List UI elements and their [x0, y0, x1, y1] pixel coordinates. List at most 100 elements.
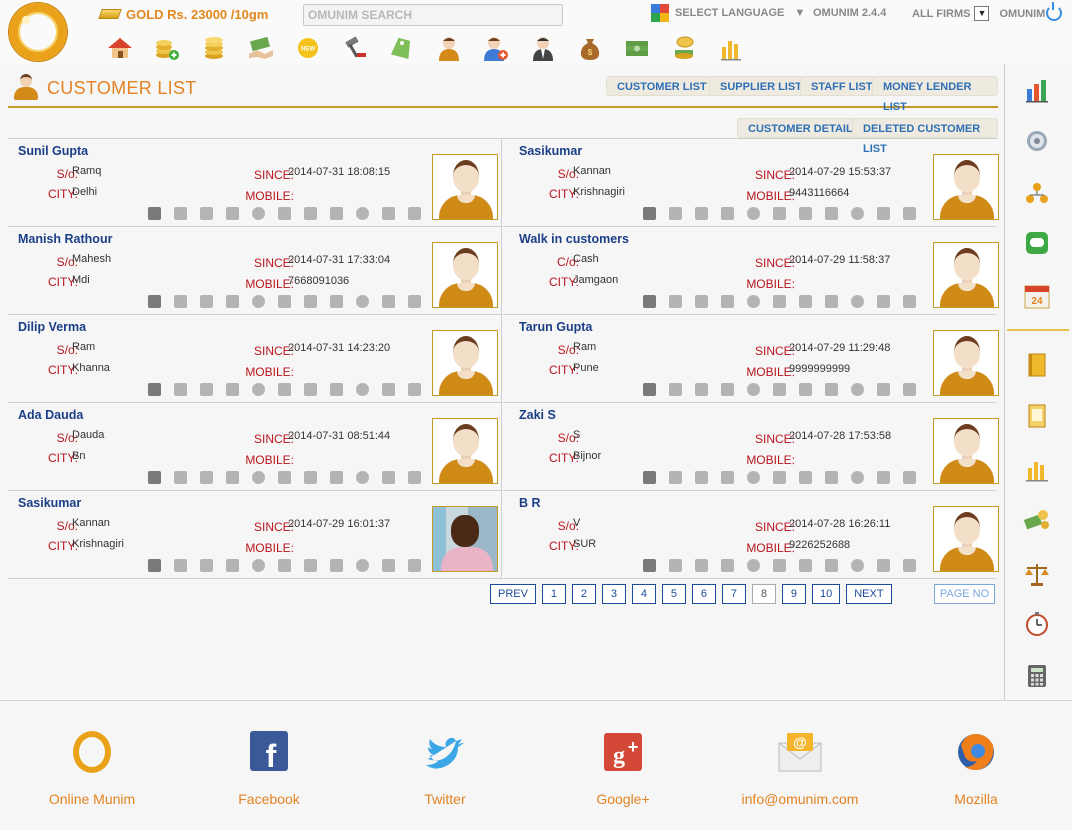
footer-link-email[interactable]: @ info@omunim.com: [730, 729, 870, 807]
bar-chart-icon[interactable]: [1017, 70, 1057, 110]
page-button-5[interactable]: 5: [661, 584, 686, 604]
info-icon[interactable]: [353, 469, 372, 486]
auction-hammer-icon[interactable]: [770, 205, 789, 222]
money-lender-icon[interactable]: [379, 381, 398, 398]
money-handshake-icon[interactable]: [237, 34, 284, 62]
home-icon[interactable]: [145, 469, 164, 486]
stopwatch-icon[interactable]: [1017, 604, 1057, 644]
deleted-customer-list-button[interactable]: DELETED CUSTOMER LIST: [852, 118, 998, 155]
customer-card[interactable]: Sunil Gupta S/o: Ramq CITY: Delhi SINCE: 2014-…: [8, 139, 501, 227]
language-selector[interactable]: SELECT LANGUAGE ▼: [651, 4, 805, 22]
footer-link-online-munim[interactable]: Online Munim: [22, 729, 162, 807]
cash-icon[interactable]: [718, 205, 737, 222]
customer-photo[interactable]: [432, 506, 498, 572]
customer-add-icon[interactable]: [666, 293, 685, 310]
money-bag-icon[interactable]: [900, 205, 919, 222]
info-icon[interactable]: [848, 557, 867, 574]
footer-link-mozilla[interactable]: Mozilla: [906, 729, 1046, 807]
customer-card[interactable]: Manish Rathour S/o: Mahesh CITY: Mdi SINCE: 20…: [8, 227, 501, 315]
gold-coins-icon[interactable]: [190, 34, 237, 62]
cash-icon[interactable]: [223, 381, 242, 398]
money-lender-icon[interactable]: [874, 205, 893, 222]
customer-add-icon[interactable]: [171, 293, 190, 310]
home-icon[interactable]: [640, 293, 659, 310]
default-avatar-icon[interactable]: [933, 330, 999, 396]
home-icon[interactable]: [145, 381, 164, 398]
money-bag-icon[interactable]: [900, 557, 919, 574]
customer-add-icon[interactable]: [171, 557, 190, 574]
staff-icon[interactable]: [519, 34, 566, 62]
customer-card[interactable]: Ada Dauda S/o: Dauda CITY: Bn SINCE: 2014-07-3…: [8, 403, 501, 491]
sms-icon[interactable]: [1017, 223, 1057, 263]
page-button-4[interactable]: 4: [631, 584, 656, 604]
cash-icon[interactable]: [223, 469, 242, 486]
gold-coins-icon[interactable]: [692, 557, 711, 574]
customer-name[interactable]: Tarun Gupta: [519, 320, 592, 334]
silver-coin-icon[interactable]: [249, 381, 268, 398]
page-no-button[interactable]: PAGE NO: [934, 584, 995, 604]
money-lender-icon[interactable]: [379, 205, 398, 222]
money-bag-icon[interactable]: $: [566, 34, 613, 62]
customer-card[interactable]: Sasikumar S/o: Kannan CITY: Krishnagiri SINCE…: [8, 491, 501, 579]
money-lender-icon[interactable]: [379, 293, 398, 310]
calendar-icon[interactable]: 24: [1017, 276, 1057, 316]
statistics-icon[interactable]: [1017, 449, 1057, 489]
tab-money-lender-list[interactable]: MONEY LENDER LIST: [872, 76, 998, 113]
money-lender-icon[interactable]: [874, 381, 893, 398]
sms-icon[interactable]: [301, 557, 320, 574]
gold-coins-icon[interactable]: [692, 381, 711, 398]
gold-loan-icon[interactable]: [822, 381, 841, 398]
gold-loan-icon[interactable]: [822, 557, 841, 574]
home-icon[interactable]: [145, 205, 164, 222]
gold-coins-icon[interactable]: [197, 205, 216, 222]
page-button-1[interactable]: 1: [541, 584, 566, 604]
firm-dropdown-icon[interactable]: ▼: [974, 6, 990, 21]
customer-name[interactable]: Sunil Gupta: [18, 144, 88, 158]
auction-hammer-icon[interactable]: [275, 381, 294, 398]
sms-icon[interactable]: [301, 381, 320, 398]
search-input[interactable]: [303, 4, 563, 26]
money-lender-icon[interactable]: [874, 557, 893, 574]
gold-coins-icon[interactable]: [197, 557, 216, 574]
tab-customer-list[interactable]: CUSTOMER LIST: [606, 76, 718, 96]
customer-icon[interactable]: [425, 34, 472, 62]
tab-supplier-list[interactable]: SUPPLIER LIST: [709, 76, 813, 96]
money-lender-icon[interactable]: [379, 557, 398, 574]
auction-hammer-icon[interactable]: [770, 557, 789, 574]
add-gold-loan-icon[interactable]: [143, 34, 190, 62]
page-button-10[interactable]: 10: [811, 584, 841, 604]
customer-name[interactable]: Walk in customers: [519, 232, 629, 246]
customer-add-icon[interactable]: [171, 381, 190, 398]
customer-add-icon[interactable]: [666, 205, 685, 222]
home-icon[interactable]: [640, 469, 659, 486]
page-button-9[interactable]: 9: [781, 584, 806, 604]
money-lender-icon[interactable]: [379, 469, 398, 486]
customer-add-icon[interactable]: [666, 381, 685, 398]
cash-icon[interactable]: [718, 293, 737, 310]
silver-coin-icon[interactable]: [744, 205, 763, 222]
price-tag-icon[interactable]: [378, 34, 425, 62]
customer-add-icon[interactable]: [171, 205, 190, 222]
default-avatar-icon[interactable]: [432, 330, 498, 396]
cash-icon[interactable]: [718, 469, 737, 486]
sms-icon[interactable]: [301, 205, 320, 222]
gold-coins-icon[interactable]: [692, 293, 711, 310]
info-icon[interactable]: [848, 293, 867, 310]
page-button-2[interactable]: 2: [571, 584, 596, 604]
customer-name[interactable]: Sasikumar: [18, 496, 81, 510]
customer-card[interactable]: Zaki S S/o: S CITY: Bijnor SINCE: 2014-07-28 1…: [503, 403, 999, 491]
home-icon[interactable]: [145, 557, 164, 574]
customer-name[interactable]: Zaki S: [519, 408, 556, 422]
new-badge-icon[interactable]: NEW: [284, 34, 331, 62]
gold-loan-icon[interactable]: [327, 381, 346, 398]
next-page-button[interactable]: NEXT: [846, 584, 892, 604]
silver-coin-icon[interactable]: [744, 469, 763, 486]
default-avatar-icon[interactable]: [432, 154, 498, 220]
money-bag-icon[interactable]: [405, 205, 424, 222]
customer-name[interactable]: Dilip Verma: [18, 320, 86, 334]
customer-add-icon[interactable]: [171, 469, 190, 486]
home-icon[interactable]: [640, 381, 659, 398]
money-bag-icon[interactable]: [900, 293, 919, 310]
customer-name[interactable]: B R: [519, 496, 541, 510]
info-icon[interactable]: [848, 381, 867, 398]
